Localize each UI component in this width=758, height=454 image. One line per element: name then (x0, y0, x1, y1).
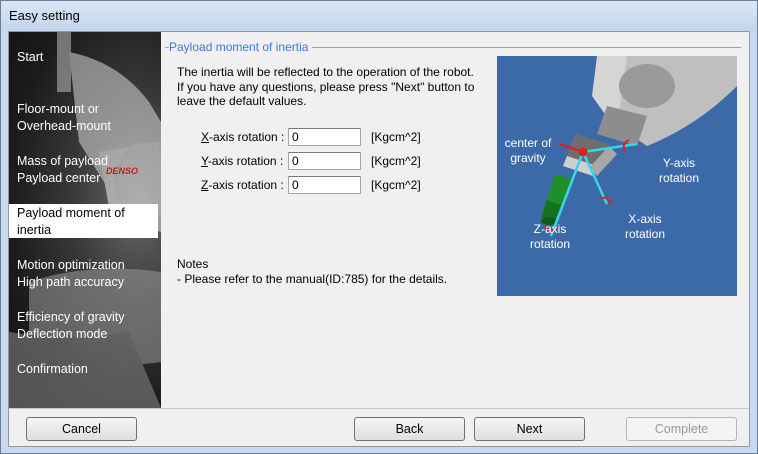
x-axis-rotation-label: X-axis rotation : (201, 130, 285, 144)
wizard-button-bar: Cancel Back Next Complete (9, 408, 749, 446)
y-axis-rotation-diagram-label: Y-axis rotation (658, 156, 700, 185)
step-label-line-2: Deflection mode (17, 327, 108, 341)
step-label-line-1: Payload moment of (17, 206, 125, 220)
step-mass-of-payload[interactable]: Mass of payload Payload center (9, 153, 158, 187)
description-line: The inertia will be reflected to the ope… (177, 65, 474, 79)
dialog-client-area: DENSO Start Floor-mount or Overhead-moun… (8, 31, 750, 447)
description-line: If you have any questions, please press … (177, 79, 475, 94)
z-axis-rotation-input[interactable] (288, 176, 361, 194)
wizard-steps-sidebar: DENSO Start Floor-mount or Overhead-moun… (9, 32, 161, 408)
complete-button[interactable]: Complete (626, 417, 737, 441)
center-of-gravity-label: center of gravity (504, 136, 552, 165)
step-label-line-1: Start (17, 50, 44, 64)
section-title: Payload moment of inertia (169, 40, 313, 54)
y-axis-rotation-input[interactable] (288, 152, 361, 170)
z-axis-unit: [Kgcm^2] (371, 178, 421, 192)
step-label-line-2: Overhead-mount (17, 119, 111, 133)
x-axis-rotation-diagram-label: X-axis rotation (624, 212, 666, 241)
step-label-line-1: Confirmation (17, 362, 88, 376)
step-label-line-2: inertia (17, 223, 52, 237)
step-label-line-2: High path accuracy (17, 275, 125, 289)
z-axis-rotation-diagram-label: Z-axis rotation (529, 222, 571, 251)
step-motion-optimization[interactable]: Motion optimization High path accuracy (9, 257, 158, 291)
notes-text: - Please refer to the manual(ID:785) for… (177, 271, 448, 286)
step-start[interactable]: Start (9, 49, 158, 66)
y-axis-rotation-label: Y-axis rotation : (201, 154, 284, 168)
step-label-line-1: Efficiency of gravity (17, 310, 125, 324)
title-bar: Easy setting (1, 1, 757, 31)
step-floor-mount[interactable]: Floor-mount or Overhead-mount (9, 101, 158, 135)
z-axis-rotation-label: Z-axis rotation : (201, 178, 284, 192)
x-axis-rotation-row: X-axis rotation : [Kgcm^2] (201, 128, 471, 146)
back-button[interactable]: Back (354, 417, 465, 441)
y-axis-unit: [Kgcm^2] (371, 154, 421, 168)
window-title: Easy setting (9, 8, 80, 23)
cancel-button[interactable]: Cancel (26, 417, 137, 441)
x-axis-unit: [Kgcm^2] (371, 130, 421, 144)
easy-setting-window: Easy setting DENSO Start Floor-mount or … (0, 0, 758, 454)
step-payload-moment-of-inertia[interactable]: Payload moment of inertia (9, 204, 158, 238)
x-axis-rotation-input[interactable] (288, 128, 361, 146)
description-line: leave the default values. (177, 94, 307, 108)
step-label-line-1: Floor-mount or (17, 102, 99, 116)
center-of-gravity-dot (578, 147, 588, 157)
step-label-line-1: Motion optimization (17, 258, 125, 272)
step-label-line-1: Mass of payload (17, 154, 109, 168)
z-axis-rotation-row: Z-axis rotation : [Kgcm^2] (201, 176, 471, 194)
notes-block: Notes - Please refer to the manual(ID:78… (177, 257, 447, 286)
inertia-axes-diagram: center of gravity Y-axis rotation X-axis… (497, 56, 737, 296)
step-content-panel: Payload moment of inertia The inertia wi… (161, 32, 749, 408)
y-axis-rotation-row: Y-axis rotation : [Kgcm^2] (201, 152, 471, 170)
step-label-line-2: Payload center (17, 171, 101, 185)
next-button[interactable]: Next (474, 417, 585, 441)
step-confirmation[interactable]: Confirmation (9, 361, 158, 378)
description-text: The inertia will be reflected to the ope… (177, 65, 497, 109)
step-efficiency-of-gravity[interactable]: Efficiency of gravity Deflection mode (9, 309, 158, 343)
notes-heading: Notes (177, 257, 209, 271)
